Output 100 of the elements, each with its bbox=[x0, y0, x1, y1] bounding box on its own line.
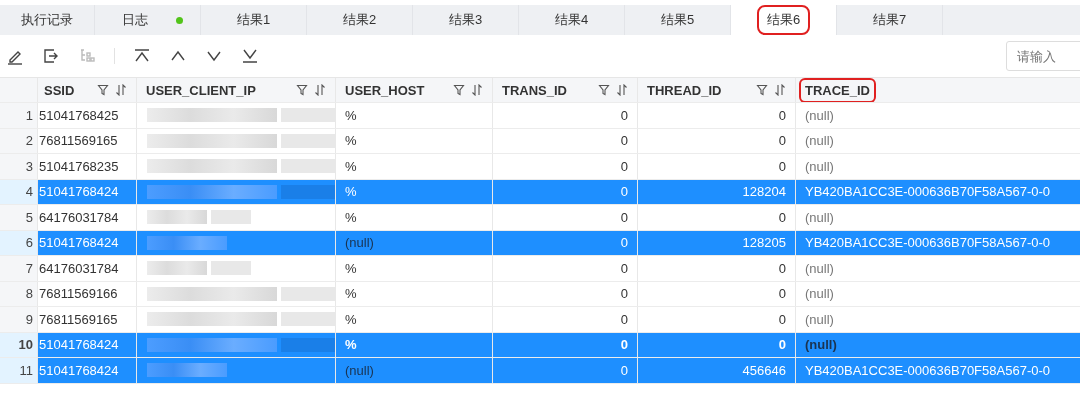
column-header[interactable]: USER_HOST bbox=[336, 78, 493, 102]
table-cell-text: (null) bbox=[804, 132, 835, 151]
table-cell: 0 bbox=[493, 154, 638, 179]
table-cell: % bbox=[336, 179, 493, 204]
table-row[interactable]: 8 76811569166 % 0 0 (null) bbox=[0, 281, 1080, 307]
search-field[interactable]: 请输入 bbox=[1006, 41, 1080, 71]
table-cell-text: (null) bbox=[804, 259, 835, 278]
table-cell-text: (null) bbox=[804, 157, 835, 176]
table-row[interactable]: 10 51041768424 % 0 0 (null) bbox=[0, 332, 1080, 358]
table-cell: 0 bbox=[638, 103, 796, 128]
table-cell: 0 bbox=[638, 281, 796, 306]
column-header[interactable]: TRACE_ID bbox=[796, 78, 1080, 102]
table-cell: 0 bbox=[493, 230, 638, 255]
table-cell: 76811569166 bbox=[38, 281, 137, 306]
table-row[interactable]: 5 64176031784 % 0 0 (null) bbox=[0, 205, 1080, 231]
row-number: 10 bbox=[0, 332, 38, 357]
table-row[interactable]: 1 51041768425 % 0 0 (null) bbox=[0, 103, 1080, 129]
table-cell: YB420BA1CC3E-000636B70F58A567-0-0 bbox=[796, 179, 1080, 204]
column-header[interactable]: SSID bbox=[38, 78, 137, 102]
table-cell: % bbox=[336, 256, 493, 281]
table-cell: 0 bbox=[493, 103, 638, 128]
table-cell: 0 bbox=[493, 358, 638, 383]
table-row[interactable]: 11 51041768424 (null) 0 456646 YB420BA1CC3E-000636B70F58A567-0-0 bbox=[0, 358, 1080, 384]
table-cell: YB420BA1CC3E-000636B70F58A567-0-0 bbox=[796, 358, 1080, 383]
table-cell: 76811569165 bbox=[38, 307, 137, 332]
table-cell-text: (null) bbox=[804, 106, 835, 125]
table-cell: 0 bbox=[493, 128, 638, 153]
row-number: 2 bbox=[0, 128, 38, 153]
table-cell: % bbox=[336, 332, 493, 357]
row-number: 6 bbox=[0, 230, 38, 255]
column-header[interactable]: TRANS_ID bbox=[493, 78, 638, 102]
table-cell: 0 bbox=[493, 332, 638, 357]
table-cell: 0 bbox=[638, 205, 796, 230]
table-cell: 0 bbox=[493, 205, 638, 230]
table-cell: 0 bbox=[638, 128, 796, 153]
filter-icon[interactable] bbox=[756, 84, 768, 96]
table-cell: (null) bbox=[796, 332, 1080, 357]
filter-icon[interactable] bbox=[97, 84, 109, 96]
table-cell: 128204 bbox=[638, 179, 796, 204]
table-cell: YB420BA1CC3E-000636B70F58A567-0-0 bbox=[796, 230, 1080, 255]
column-header[interactable]: USER_CLIENT_IP bbox=[137, 78, 336, 102]
tab[interactable]: 结果2 bbox=[307, 5, 413, 35]
table-cell-text: (null) bbox=[804, 285, 835, 304]
tab[interactable]: 执行记录 bbox=[0, 5, 95, 35]
tab[interactable]: 结果3 bbox=[413, 5, 519, 35]
table-cell: 0 bbox=[638, 154, 796, 179]
tab[interactable]: 结果6 bbox=[731, 5, 837, 35]
table-cell: 64176031784 bbox=[38, 256, 137, 281]
table-cell-text: (null) bbox=[804, 310, 835, 329]
row-number: 8 bbox=[0, 281, 38, 306]
table-cell: 0 bbox=[638, 307, 796, 332]
table-cell: 51041768424 bbox=[38, 179, 137, 204]
filter-icon[interactable] bbox=[296, 84, 308, 96]
tab[interactable]: 结果1 bbox=[201, 5, 307, 35]
tab[interactable]: 日志 bbox=[95, 5, 201, 35]
sort-icon[interactable] bbox=[115, 84, 127, 96]
table-cell-text: (null) bbox=[804, 208, 835, 227]
table-cell: 456646 bbox=[638, 358, 796, 383]
row-number: 11 bbox=[0, 358, 38, 383]
row-number: 1 bbox=[0, 103, 38, 128]
tab[interactable]: 结果7 bbox=[837, 5, 943, 35]
table-cell: 0 bbox=[493, 307, 638, 332]
sort-icon[interactable] bbox=[314, 84, 326, 96]
table-cell: (null) bbox=[336, 230, 493, 255]
filter-icon[interactable] bbox=[598, 84, 610, 96]
row-number: 5 bbox=[0, 205, 38, 230]
table-row[interactable]: 7 64176031784 % 0 0 (null) bbox=[0, 256, 1080, 282]
table-cell: 51041768424 bbox=[38, 332, 137, 357]
table-cell: % bbox=[336, 307, 493, 332]
table-row[interactable]: 6 51041768424 (null) 0 128205 YB420BA1CC3E-000636B70F58A567-0-0 bbox=[0, 230, 1080, 256]
sort-icon[interactable] bbox=[616, 84, 628, 96]
table-cell: 0 bbox=[638, 256, 796, 281]
table-cell: 128205 bbox=[638, 230, 796, 255]
table-cell: 0 bbox=[493, 179, 638, 204]
table-cell: % bbox=[336, 128, 493, 153]
table-cell: 0 bbox=[493, 281, 638, 306]
table-cell: 51041768424 bbox=[38, 230, 137, 255]
table-cell: 51041768425 bbox=[38, 103, 137, 128]
table-cell: (null) bbox=[336, 358, 493, 383]
row-number: 9 bbox=[0, 307, 38, 332]
table-row[interactable]: 3 51041768235 % 0 0 (null) bbox=[0, 154, 1080, 180]
table-row[interactable]: 2 76811569165 % 0 0 (null) bbox=[0, 128, 1080, 154]
table-cell: 0 bbox=[493, 256, 638, 281]
table-cell: % bbox=[336, 154, 493, 179]
row-number: 4 bbox=[0, 179, 38, 204]
export-icon[interactable] bbox=[42, 47, 60, 65]
table-cell: 0 bbox=[638, 332, 796, 357]
sort-icon[interactable] bbox=[774, 84, 786, 96]
table-row[interactable]: 9 76811569165 % 0 0 (null) bbox=[0, 307, 1080, 333]
filter-icon[interactable] bbox=[453, 84, 465, 96]
status-dot bbox=[176, 16, 183, 24]
row-number: 3 bbox=[0, 154, 38, 179]
table-row[interactable]: 4 51041768424 % 0 128204 YB420BA1CC3E-000636B70F58A567-0-0 bbox=[0, 179, 1080, 205]
bottom-icon[interactable] bbox=[241, 47, 259, 65]
table-cell: 51041768424 bbox=[38, 358, 137, 383]
tab[interactable]: 结果4 bbox=[519, 5, 625, 35]
table-cell: 51041768235 bbox=[38, 154, 137, 179]
sort-icon[interactable] bbox=[471, 84, 483, 96]
column-header[interactable]: THREAD_ID bbox=[638, 78, 796, 102]
table-cell: % bbox=[336, 281, 493, 306]
